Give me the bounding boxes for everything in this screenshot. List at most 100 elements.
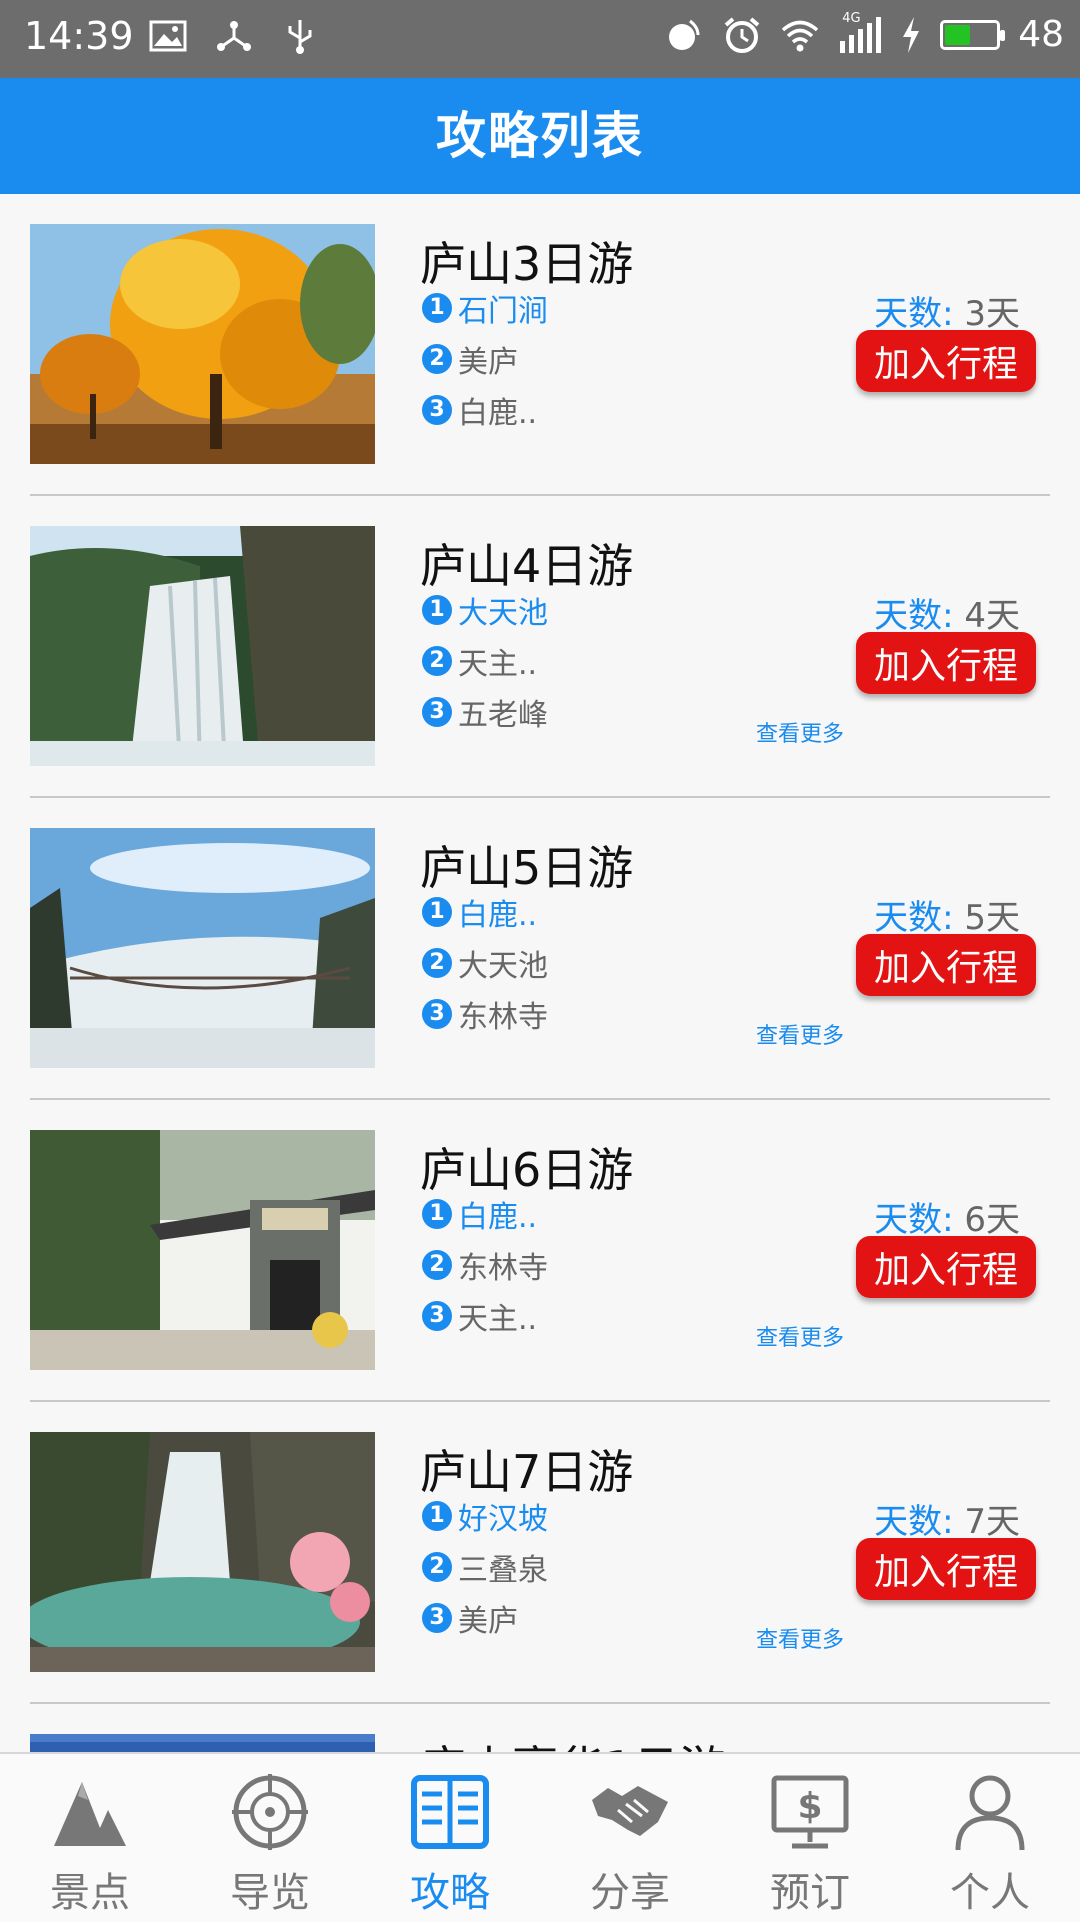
share-network-icon — [217, 21, 251, 51]
add-to-itinerary-button[interactable]: 加入行程 — [856, 330, 1036, 392]
see-more-link[interactable]: 查看更多 — [756, 716, 844, 748]
number-3-icon: 3 — [422, 696, 452, 727]
spot-item[interactable]: 1 石门涧 — [422, 282, 548, 333]
nav-item-share[interactable]: 分享 — [540, 1754, 720, 1922]
nav-item-scenic[interactable]: 景点 — [0, 1754, 180, 1922]
list-item[interactable]: 庐山4日游 1 大天池 2 天主.. 3 五老峰 天数: 4天 加入行程 查看更多 — [30, 496, 1050, 798]
spot-list: 1 白鹿.. 2 东林寺 3 天主.. — [422, 1188, 548, 1341]
number-3-icon: 3 — [422, 1602, 452, 1633]
status-time: 14:39 — [24, 14, 134, 58]
list-item[interactable]: 庐山3日游 1 石门涧 2 美庐 3 白鹿.. 天数: 3天 加入行程 — [30, 194, 1050, 496]
thumbnail-image[interactable] — [30, 224, 375, 464]
spot-name: 白鹿.. — [458, 1199, 538, 1235]
number-1-icon: 1 — [422, 896, 452, 927]
spot-item[interactable]: 3 天主.. — [422, 1290, 548, 1341]
battery-icon — [940, 19, 1006, 50]
battery-level — [945, 24, 971, 45]
number-2-icon: 2 — [422, 1249, 452, 1280]
days-value: 7天 — [964, 1502, 1020, 1542]
add-to-itinerary-button[interactable]: 加入行程 — [856, 1236, 1036, 1298]
list-item[interactable]: 庐山豪华1日游 — [30, 1704, 1050, 1752]
nav-item-profile[interactable]: 个人 — [900, 1754, 1080, 1922]
battery-percent: 48 — [1018, 14, 1064, 55]
days-value: 4天 — [964, 596, 1020, 636]
nav-item-booking[interactable]: $ 预订 — [720, 1754, 900, 1922]
number-3-icon: 3 — [422, 998, 452, 1029]
spot-item[interactable]: 1 白鹿.. — [422, 1188, 548, 1239]
spot-item[interactable]: 2 天主.. — [422, 635, 548, 686]
spot-item[interactable]: 2 东林寺 — [422, 1239, 548, 1290]
spot-list: 1 好汉坡 2 三叠泉 3 美庐 — [422, 1490, 548, 1643]
nav-item-guide[interactable]: 攻略 — [360, 1754, 540, 1922]
list-item[interactable]: 庐山5日游 1 白鹿.. 2 大天池 3 东林寺 天数: 5天 加入行程 查看更多 — [30, 798, 1050, 1100]
days-value: 6天 — [964, 1200, 1020, 1240]
thumbnail-image[interactable] — [30, 526, 375, 766]
nav-label: 攻略 — [410, 1870, 490, 1916]
list-item[interactable]: 庐山6日游 1 白鹿.. 2 东林寺 3 天主.. 天数: 6天 加入行程 查看更多 — [30, 1100, 1050, 1402]
see-more-link[interactable]: 查看更多 — [756, 1622, 844, 1654]
number-1-icon: 1 — [422, 1198, 452, 1229]
spot-item[interactable]: 2 美庐 — [422, 333, 548, 384]
thumbnail-image[interactable] — [30, 1432, 375, 1672]
spot-item[interactable]: 3 东林寺 — [422, 988, 548, 1039]
spot-item[interactable]: 3 五老峰 — [422, 686, 548, 737]
thumbnail-image[interactable] — [30, 828, 375, 1068]
spot-name: 天主.. — [458, 646, 538, 682]
spot-list: 1 石门涧 2 美庐 3 白鹿.. — [422, 282, 548, 435]
days-label: 天数: — [874, 596, 954, 636]
spot-item[interactable]: 2 三叠泉 — [422, 1541, 548, 1592]
spot-list: 1 大天池 2 天主.. 3 五老峰 — [422, 584, 548, 737]
nav-label: 导览 — [230, 1870, 310, 1916]
guide-list[interactable]: 庐山3日游 1 石门涧 2 美庐 3 白鹿.. 天数: 3天 加入行程 庐山4日游 1… — [0, 194, 1080, 1752]
days-label: 天数: — [874, 1200, 954, 1240]
number-2-icon: 2 — [422, 947, 452, 978]
charging-icon — [903, 16, 920, 53]
spot-name: 大天池 — [458, 948, 548, 984]
nav-label: 预订 — [770, 1870, 850, 1916]
days-info: 天数: 3天 — [874, 286, 1020, 335]
top-app-bar: 攻略列表 — [0, 78, 1080, 194]
spot-item[interactable]: 2 大天池 — [422, 937, 548, 988]
usb-icon — [288, 20, 312, 54]
add-to-itinerary-button[interactable]: 加入行程 — [856, 1538, 1036, 1600]
list-item[interactable]: 庐山7日游 1 好汉坡 2 三叠泉 3 美庐 天数: 7天 加入行程 查看更多 — [30, 1402, 1050, 1704]
spot-name: 美庐 — [458, 1603, 518, 1639]
spot-name: 东林寺 — [458, 1250, 548, 1286]
spot-item[interactable]: 1 大天池 — [422, 584, 548, 635]
image-icon — [149, 20, 187, 52]
bottom-navigation: 景点 导览 攻略 分享 $ 预订 个人 — [0, 1752, 1080, 1922]
person-icon — [955, 1775, 1025, 1851]
spot-name: 三叠泉 — [458, 1552, 548, 1588]
target-icon — [232, 1774, 308, 1850]
days-value: 5天 — [964, 898, 1020, 938]
wifi-icon — [782, 20, 819, 51]
guide-book-icon — [411, 1775, 489, 1849]
add-to-itinerary-button[interactable]: 加入行程 — [856, 934, 1036, 996]
spot-name: 东林寺 — [458, 999, 548, 1035]
days-info: 天数: 4天 — [874, 588, 1020, 637]
number-1-icon: 1 — [422, 292, 452, 323]
spot-item[interactable]: 1 好汉坡 — [422, 1490, 548, 1541]
days-info: 天数: 5天 — [874, 890, 1020, 939]
spot-item[interactable]: 3 美庐 — [422, 1592, 548, 1643]
alarm-icon — [724, 16, 760, 53]
spot-name: 白鹿.. — [458, 897, 538, 933]
spot-name: 好汉坡 — [458, 1501, 548, 1537]
thumbnail-image[interactable] — [30, 1130, 375, 1370]
number-2-icon: 2 — [422, 645, 452, 676]
days-label: 天数: — [874, 294, 954, 334]
days-value: 3天 — [964, 294, 1020, 334]
status-bar: 14:39 4G 48 — [0, 0, 1080, 78]
spot-name: 五老峰 — [458, 697, 548, 733]
guide-title[interactable]: 庐山豪华1日游 — [420, 1732, 725, 1752]
spot-item[interactable]: 3 白鹿.. — [422, 384, 548, 435]
see-more-link[interactable]: 查看更多 — [756, 1018, 844, 1050]
add-to-itinerary-button[interactable]: 加入行程 — [856, 632, 1036, 694]
days-label: 天数: — [874, 898, 954, 938]
spot-item[interactable]: 1 白鹿.. — [422, 886, 548, 937]
see-more-link[interactable]: 查看更多 — [756, 1320, 844, 1352]
thumbnail-image[interactable] — [30, 1734, 375, 1752]
number-1-icon: 1 — [422, 594, 452, 625]
nav-label: 景点 — [50, 1870, 130, 1916]
nav-item-tour[interactable]: 导览 — [180, 1754, 360, 1922]
